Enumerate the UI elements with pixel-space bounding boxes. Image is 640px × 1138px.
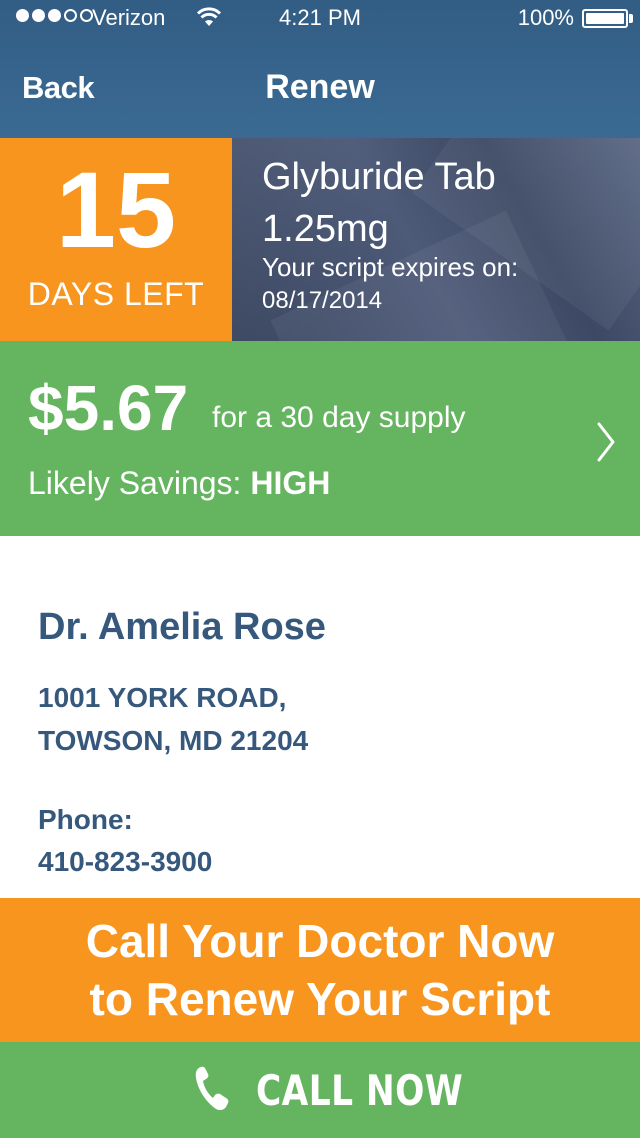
doctor-phone[interactable]: 410-823-3900: [38, 846, 212, 878]
battery-percent: 100%: [517, 5, 574, 30]
days-left-badge: 15 DAYS LEFT: [0, 138, 232, 341]
page-title: Renew: [265, 68, 375, 106]
days-left-label: DAYS LEFT: [27, 276, 205, 312]
supply-text: for a 30 day supply: [212, 401, 466, 434]
cta-line-2: to Renew Your Script: [89, 973, 551, 1025]
chevron-right-icon[interactable]: [596, 421, 616, 463]
renew-prompt: Call Your Doctor Now to Renew Your Scrip…: [0, 898, 640, 1042]
prescription-summary: 15 DAYS LEFT Glyburide Tab 1.25mg Your s…: [0, 138, 640, 341]
expires-label: Your script expires on:: [262, 252, 519, 282]
price-amount: $5.67: [28, 372, 189, 444]
call-now-button[interactable]: CALL NOW: [0, 1042, 640, 1138]
doctor-name: Dr. Amelia Rose: [38, 606, 326, 648]
header: Verizon 4:21 PM 100% Back Renew: [0, 0, 640, 138]
drug-name: Glyburide Tab: [262, 156, 496, 198]
address-line-2: TOWSON, MD 21204: [38, 725, 309, 756]
doctor-info: Dr. Amelia Rose 1001 YORK ROAD, TOWSON, …: [0, 536, 640, 898]
drug-dose: 1.25mg: [262, 208, 389, 250]
expires-date: 08/17/2014: [262, 287, 383, 314]
savings-label: Likely Savings:: [28, 465, 242, 501]
savings-value: HIGH: [250, 465, 331, 501]
phone-label: Phone:: [38, 804, 133, 835]
days-left-count: 15: [55, 149, 177, 270]
price-row[interactable]: $5.67 for a 30 day supply Likely Savings…: [0, 341, 640, 536]
drug-info-panel: Glyburide Tab 1.25mg Your script expires…: [232, 138, 640, 341]
cta-line-1: Call Your Doctor Now: [85, 915, 555, 967]
call-now-label: CALL NOW: [256, 1066, 464, 1115]
battery-icon: [582, 9, 628, 28]
status-bar: Verizon 4:21 PM 100%: [0, 0, 640, 38]
address-line-1: 1001 YORK ROAD,: [38, 682, 287, 713]
doctor-address: 1001 YORK ROAD, TOWSON, MD 21204: [38, 676, 308, 762]
phone-icon: [195, 1066, 229, 1111]
savings-info: Likely Savings: HIGH: [28, 465, 330, 502]
